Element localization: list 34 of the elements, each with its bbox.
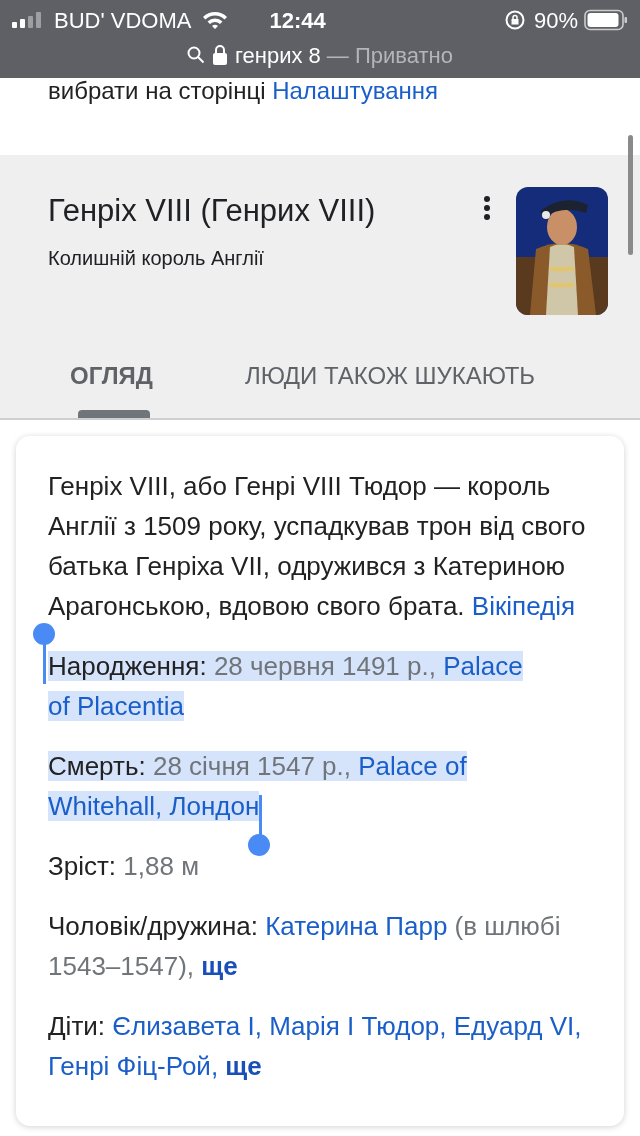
settings-sentence: вибрати на сторінці Налаштування (47, 78, 440, 106)
fact-link[interactable]: Palace of (358, 751, 467, 781)
fact-link[interactable]: Palace (443, 651, 523, 681)
battery-percent: 90% (533, 6, 578, 35)
fact-link[interactable]: Єлизавета I, (112, 1011, 262, 1041)
more-link[interactable]: ще (225, 1051, 262, 1081)
fact-link[interactable]: Катерина Парр (265, 911, 448, 941)
search-icon (187, 46, 206, 64)
tab[interactable]: ЛЮДИ ТАКОЖ ШУКАЮТЬ (220, 333, 560, 418)
tab[interactable]: ОГЛЯД (48, 333, 175, 418)
wifi-icon (201, 10, 230, 30)
carrier-name: BUD' VDOMA (54, 6, 192, 35)
address-query: генрих 8 (235, 41, 321, 70)
fact-line: Чоловік/дружина: Катерина Парр (в шлюбі 1543–1547), ще (48, 910, 562, 983)
fact-line: Зріст: 1,88 м (48, 850, 200, 883)
entity-title: Генріх VIII (Генрих VIII) (48, 192, 377, 230)
fact-link[interactable]: Генрі Фіц-Рой, (48, 1051, 219, 1081)
entity-subtitle: Колишній король Англії (48, 246, 265, 271)
battery-icon (584, 9, 628, 31)
rotation-lock-icon (503, 9, 526, 31)
fact-link[interactable]: of Placentia (48, 691, 184, 721)
fact-link[interactable]: Марія I Тюдор, (269, 1011, 447, 1041)
scrollbar-thumb[interactable] (628, 135, 633, 255)
description-text: Генріх VIII, або Генрі VIII Тюдор — король Англії з 1509 року, успадкував трон від свого батька Генріха VII, одружився з Катериною Арагонською, вдовою свого брата. Вікіпедія (48, 470, 587, 623)
private-mode-label: — Приватно (326, 41, 453, 70)
more-link[interactable]: ще (201, 951, 238, 981)
lock-icon (213, 45, 228, 65)
fact-line: Діти: Єлизавета I, Марія I Тюдор, Едуард VI, Генрі Фіц-Рой, ще (48, 1010, 583, 1083)
fact-link[interactable]: Едуард (453, 1011, 543, 1041)
clock-time: 12:44 (269, 6, 326, 35)
fact-link[interactable]: VI, (549, 1011, 582, 1041)
wikipedia-link[interactable]: Вікіпедія (471, 591, 576, 621)
settings-link[interactable]: Налаштування (272, 77, 439, 104)
fact-link[interactable]: Whitehall, Лондон (48, 791, 260, 821)
